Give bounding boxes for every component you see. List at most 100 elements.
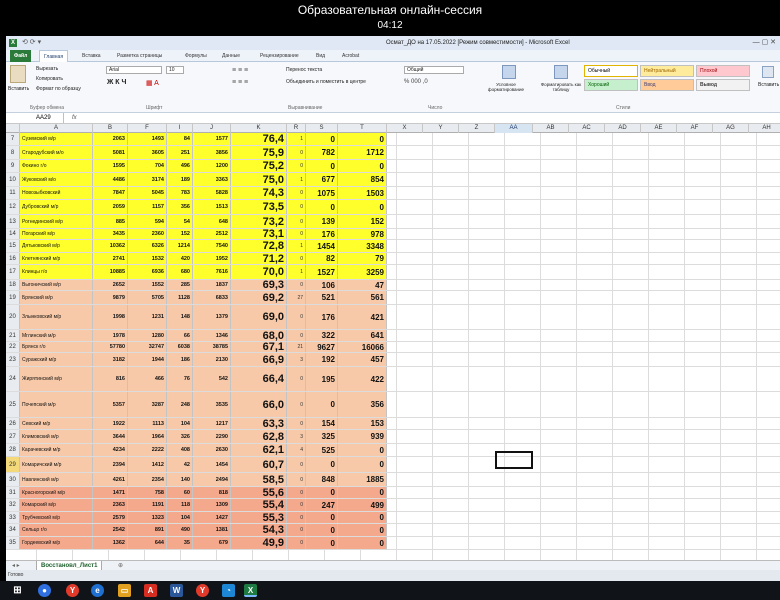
cell-j[interactable]: 1952 bbox=[193, 253, 231, 264]
row-number[interactable]: 26 bbox=[6, 418, 20, 429]
cell-f[interactable]: 2354 bbox=[128, 473, 167, 486]
cell-f[interactable]: 1532 bbox=[128, 253, 167, 264]
cell-k[interactable]: 68,0 bbox=[231, 330, 287, 341]
cell-t[interactable]: 939 bbox=[338, 430, 387, 443]
district-name[interactable]: Карачевский м/р bbox=[20, 444, 93, 456]
yandex-browser-icon[interactable]: Y bbox=[196, 584, 209, 597]
cell-j[interactable]: 818 bbox=[193, 487, 231, 498]
font-size-select[interactable]: 10 bbox=[166, 66, 184, 74]
cell-r[interactable]: 0 bbox=[287, 229, 306, 239]
cell-s[interactable]: 0 bbox=[306, 524, 338, 536]
cell-s[interactable]: 176 bbox=[306, 229, 338, 239]
tab-home[interactable]: Главная bbox=[39, 50, 69, 62]
cell-r[interactable]: 0 bbox=[287, 473, 306, 486]
cell-r[interactable]: 1 bbox=[287, 265, 306, 279]
cell-f[interactable]: 644 bbox=[128, 537, 167, 549]
cell-k[interactable]: 74,3 bbox=[231, 187, 287, 199]
tab-view[interactable]: Вид bbox=[312, 50, 329, 62]
cell-s[interactable]: 192 bbox=[306, 353, 338, 366]
cell-t[interactable]: 978 bbox=[338, 229, 387, 239]
row-number[interactable]: 32 bbox=[6, 499, 20, 511]
row-number[interactable]: 12 bbox=[6, 200, 20, 214]
cell-s[interactable]: 195 bbox=[306, 367, 338, 391]
cell-b[interactable]: 885 bbox=[93, 215, 128, 228]
cell-t[interactable]: 0 bbox=[338, 200, 387, 214]
cell-k[interactable]: 71,2 bbox=[231, 253, 287, 264]
cell-j[interactable]: 2290 bbox=[193, 430, 231, 443]
district-name[interactable]: Рогнединский м/р bbox=[20, 215, 93, 228]
cell-b[interactable]: 4234 bbox=[93, 444, 128, 456]
cell-s[interactable]: 677 bbox=[306, 173, 338, 186]
cell-b[interactable]: 2652 bbox=[93, 280, 128, 290]
copy-button[interactable]: Копировать bbox=[36, 76, 63, 82]
row-number[interactable]: 24 bbox=[6, 367, 20, 391]
cell-j[interactable]: 1346 bbox=[193, 330, 231, 341]
cell-f[interactable]: 1964 bbox=[128, 430, 167, 443]
select-all-corner[interactable] bbox=[6, 124, 20, 133]
district-name[interactable]: Суземский м/р bbox=[20, 133, 93, 145]
column-header[interactable]: I bbox=[167, 124, 193, 133]
cell-i[interactable]: 148 bbox=[167, 305, 193, 329]
edge-icon[interactable]: e bbox=[91, 584, 104, 597]
cell-s[interactable]: 782 bbox=[306, 146, 338, 159]
cell-t[interactable]: 854 bbox=[338, 173, 387, 186]
cell-i[interactable]: 408 bbox=[167, 444, 193, 456]
cell-f[interactable]: 1157 bbox=[128, 200, 167, 214]
start-icon[interactable]: ⊞ bbox=[11, 584, 24, 597]
format-table-button[interactable]: Форматировать как таблицу bbox=[536, 82, 586, 92]
cell-r[interactable]: 0 bbox=[287, 330, 306, 341]
cell-f[interactable]: 1191 bbox=[128, 499, 167, 511]
cell-j[interactable]: 6833 bbox=[193, 291, 231, 304]
format-painter-button[interactable]: Формат по образцу bbox=[36, 86, 81, 92]
cell-b[interactable]: 3644 bbox=[93, 430, 128, 443]
district-name[interactable]: Комарский м/р bbox=[20, 499, 93, 511]
cell-k[interactable]: 73,5 bbox=[231, 200, 287, 214]
district-name[interactable]: Красногорский м/р bbox=[20, 487, 93, 498]
cell-f[interactable]: 32747 bbox=[128, 342, 167, 352]
explorer-icon[interactable]: ▭ bbox=[118, 584, 131, 597]
chrome-icon[interactable]: ● bbox=[38, 584, 51, 597]
cell-j[interactable]: 3856 bbox=[193, 146, 231, 159]
cell-i[interactable]: 248 bbox=[167, 392, 193, 417]
cell-k[interactable]: 73,1 bbox=[231, 229, 287, 239]
cell-k[interactable]: 69,0 bbox=[231, 305, 287, 329]
column-header[interactable]: AD bbox=[605, 124, 641, 133]
cell-r[interactable]: 0 bbox=[287, 537, 306, 549]
column-header[interactable]: X bbox=[387, 124, 423, 133]
row-number[interactable]: 25 bbox=[6, 392, 20, 417]
row-number[interactable]: 18 bbox=[6, 280, 20, 290]
cell-i[interactable]: 76 bbox=[167, 367, 193, 391]
cell-f[interactable]: 1412 bbox=[128, 457, 167, 472]
style-bad[interactable]: Плохой bbox=[696, 65, 750, 77]
cell-f[interactable]: 2360 bbox=[128, 229, 167, 239]
row-number[interactable]: 30 bbox=[6, 473, 20, 486]
selected-cell-AA29[interactable] bbox=[495, 451, 533, 469]
cell-t[interactable]: 0 bbox=[338, 133, 387, 145]
column-header[interactable]: AA bbox=[495, 124, 533, 133]
insert-cells-button[interactable]: Вставить bbox=[758, 82, 779, 88]
cell-j[interactable]: 542 bbox=[193, 367, 231, 391]
cell-i[interactable]: 54 bbox=[167, 215, 193, 228]
cell-b[interactable]: 1998 bbox=[93, 305, 128, 329]
cell-j[interactable]: 38785 bbox=[193, 342, 231, 352]
cell-r[interactable]: 3 bbox=[287, 353, 306, 366]
district-name[interactable]: Мглинский м/р bbox=[20, 330, 93, 341]
column-header[interactable]: K bbox=[231, 124, 287, 133]
cell-i[interactable]: 66 bbox=[167, 330, 193, 341]
cell-t[interactable]: 1503 bbox=[338, 187, 387, 199]
name-box[interactable]: AA29 bbox=[6, 113, 64, 123]
cell-r[interactable]: 0 bbox=[287, 457, 306, 472]
cell-j[interactable]: 1309 bbox=[193, 499, 231, 511]
cell-b[interactable]: 2741 bbox=[93, 253, 128, 264]
cell-s[interactable]: 521 bbox=[306, 291, 338, 304]
cell-r[interactable]: 0 bbox=[287, 367, 306, 391]
cell-b[interactable]: 816 bbox=[93, 367, 128, 391]
cell-r[interactable]: 0 bbox=[287, 200, 306, 214]
column-header[interactable]: AG bbox=[713, 124, 749, 133]
cell-k[interactable]: 58,5 bbox=[231, 473, 287, 486]
cell-r[interactable]: 4 bbox=[287, 444, 306, 456]
cell-f[interactable]: 5705 bbox=[128, 291, 167, 304]
fx-icon[interactable]: fx bbox=[72, 113, 77, 123]
cell-k[interactable]: 75,0 bbox=[231, 173, 287, 186]
cell-f[interactable]: 1944 bbox=[128, 353, 167, 366]
